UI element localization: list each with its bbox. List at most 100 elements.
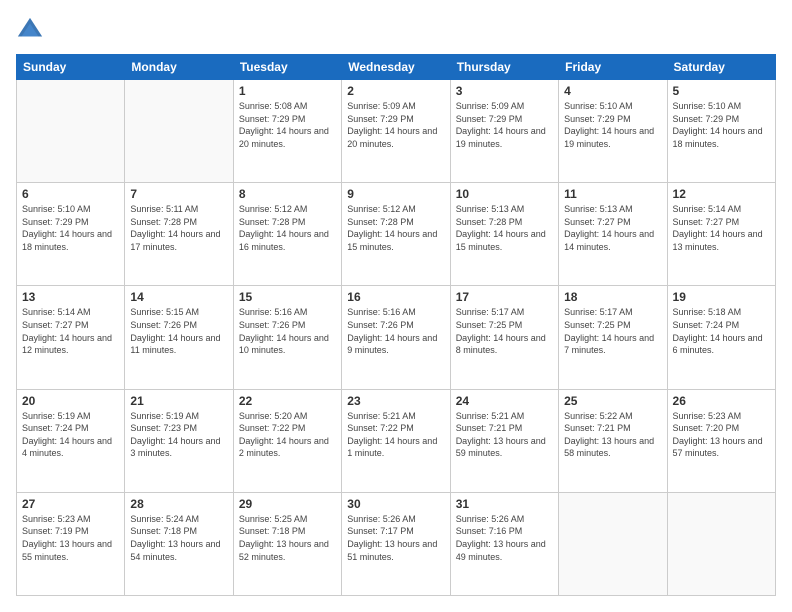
calendar-table: SundayMondayTuesdayWednesdayThursdayFrid… [16, 54, 776, 596]
calendar-cell: 11 Sunrise: 5:13 AM Sunset: 7:27 PM Dayli… [559, 183, 667, 286]
calendar-cell: 5 Sunrise: 5:10 AM Sunset: 7:29 PM Daylig… [667, 80, 775, 183]
day-info: Sunrise: 5:14 AM Sunset: 7:27 PM Dayligh… [22, 306, 119, 356]
day-info: Sunrise: 5:22 AM Sunset: 7:21 PM Dayligh… [564, 410, 661, 460]
weekday-header-thursday: Thursday [450, 55, 558, 80]
calendar-cell: 14 Sunrise: 5:15 AM Sunset: 7:26 PM Dayli… [125, 286, 233, 389]
day-number: 17 [456, 290, 553, 304]
day-number: 7 [130, 187, 227, 201]
calendar-cell [559, 492, 667, 595]
day-info: Sunrise: 5:15 AM Sunset: 7:26 PM Dayligh… [130, 306, 227, 356]
day-number: 14 [130, 290, 227, 304]
day-info: Sunrise: 5:16 AM Sunset: 7:26 PM Dayligh… [347, 306, 444, 356]
calendar-cell: 29Sunrise: 5:25 AM Sunset: 7:18 PM Dayli… [233, 492, 341, 595]
calendar-cell: 1 Sunrise: 5:08 AM Sunset: 7:29 PM Daylig… [233, 80, 341, 183]
calendar-cell: 23 Sunrise: 5:21 AM Sunset: 7:22 PM Dayli… [342, 389, 450, 492]
calendar-cell: 18 Sunrise: 5:17 AM Sunset: 7:25 PM Dayli… [559, 286, 667, 389]
day-info: Sunrise: 5:10 AM Sunset: 7:29 PM Dayligh… [22, 203, 119, 253]
logo-icon [16, 16, 44, 44]
day-number: 28 [130, 497, 227, 511]
day-info: Sunrise: 5:21 AM Sunset: 7:21 PM Dayligh… [456, 410, 553, 460]
day-number: 16 [347, 290, 444, 304]
week-row-2: 6 Sunrise: 5:10 AM Sunset: 7:29 PM Daylig… [17, 183, 776, 286]
day-number: 21 [130, 394, 227, 408]
weekday-header-sunday: Sunday [17, 55, 125, 80]
day-info: Sunrise: 5:23 AM Sunset: 7:20 PM Dayligh… [673, 410, 770, 460]
calendar-cell: 28 Sunrise: 5:24 AM Sunset: 7:18 PM Dayli… [125, 492, 233, 595]
calendar-cell: 2 Sunrise: 5:09 AM Sunset: 7:29 PM Daylig… [342, 80, 450, 183]
day-info: Sunrise: 5:23 AM Sunset: 7:19 PM Dayligh… [22, 513, 119, 563]
calendar-cell: 26 Sunrise: 5:23 AM Sunset: 7:20 PM Dayli… [667, 389, 775, 492]
day-number: 5 [673, 84, 770, 98]
calendar-cell: 3 Sunrise: 5:09 AM Sunset: 7:29 PM Daylig… [450, 80, 558, 183]
calendar-cell: 15 Sunrise: 5:16 AM Sunset: 7:26 PM Dayli… [233, 286, 341, 389]
day-number: 12 [673, 187, 770, 201]
calendar-cell: 31 Sunrise: 5:26 AM Sunset: 7:16 PM Dayli… [450, 492, 558, 595]
day-number: 30 [347, 497, 444, 511]
calendar-cell: 24Sunrise: 5:21 AM Sunset: 7:21 PM Dayli… [450, 389, 558, 492]
day-number: 6 [22, 187, 119, 201]
day-info: Sunrise: 5:13 AM Sunset: 7:28 PM Dayligh… [456, 203, 553, 253]
calendar-cell: 16 Sunrise: 5:16 AM Sunset: 7:26 PM Dayli… [342, 286, 450, 389]
day-info: Sunrise: 5:19 AM Sunset: 7:24 PM Dayligh… [22, 410, 119, 460]
day-info: Sunrise: 5:26 AM Sunset: 7:16 PM Dayligh… [456, 513, 553, 563]
day-info: Sunrise: 5:17 AM Sunset: 7:25 PM Dayligh… [456, 306, 553, 356]
calendar-cell: 12 Sunrise: 5:14 AM Sunset: 7:27 PM Dayli… [667, 183, 775, 286]
day-info: Sunrise: 5:21 AM Sunset: 7:22 PM Dayligh… [347, 410, 444, 460]
week-row-1: 1 Sunrise: 5:08 AM Sunset: 7:29 PM Daylig… [17, 80, 776, 183]
day-number: 29 [239, 497, 336, 511]
day-number: 22 [239, 394, 336, 408]
day-info: Sunrise: 5:14 AM Sunset: 7:27 PM Dayligh… [673, 203, 770, 253]
calendar-cell: 4Sunrise: 5:10 AM Sunset: 7:29 PM Daylig… [559, 80, 667, 183]
day-number: 8 [239, 187, 336, 201]
day-number: 31 [456, 497, 553, 511]
day-number: 1 [239, 84, 336, 98]
day-info: Sunrise: 5:26 AM Sunset: 7:17 PM Dayligh… [347, 513, 444, 563]
day-number: 27 [22, 497, 119, 511]
day-number: 15 [239, 290, 336, 304]
day-info: Sunrise: 5:12 AM Sunset: 7:28 PM Dayligh… [239, 203, 336, 253]
day-info: Sunrise: 5:09 AM Sunset: 7:29 PM Dayligh… [347, 100, 444, 150]
day-number: 13 [22, 290, 119, 304]
day-number: 18 [564, 290, 661, 304]
day-info: Sunrise: 5:10 AM Sunset: 7:29 PM Dayligh… [673, 100, 770, 150]
header [16, 16, 776, 44]
calendar-cell: 25 Sunrise: 5:22 AM Sunset: 7:21 PM Dayli… [559, 389, 667, 492]
day-number: 19 [673, 290, 770, 304]
page: SundayMondayTuesdayWednesdayThursdayFrid… [0, 0, 792, 612]
day-info: Sunrise: 5:09 AM Sunset: 7:29 PM Dayligh… [456, 100, 553, 150]
day-info: Sunrise: 5:08 AM Sunset: 7:29 PM Dayligh… [239, 100, 336, 150]
day-info: Sunrise: 5:20 AM Sunset: 7:22 PM Dayligh… [239, 410, 336, 460]
calendar-cell: 30 Sunrise: 5:26 AM Sunset: 7:17 PM Dayli… [342, 492, 450, 595]
logo [16, 16, 48, 44]
week-row-4: 20 Sunrise: 5:19 AM Sunset: 7:24 PM Dayli… [17, 389, 776, 492]
calendar-cell: 27 Sunrise: 5:23 AM Sunset: 7:19 PM Dayli… [17, 492, 125, 595]
day-number: 26 [673, 394, 770, 408]
day-number: 11 [564, 187, 661, 201]
day-info: Sunrise: 5:17 AM Sunset: 7:25 PM Dayligh… [564, 306, 661, 356]
day-number: 25 [564, 394, 661, 408]
day-number: 10 [456, 187, 553, 201]
day-info: Sunrise: 5:13 AM Sunset: 7:27 PM Dayligh… [564, 203, 661, 253]
day-number: 20 [22, 394, 119, 408]
day-number: 9 [347, 187, 444, 201]
day-info: Sunrise: 5:11 AM Sunset: 7:28 PM Dayligh… [130, 203, 227, 253]
week-row-5: 27 Sunrise: 5:23 AM Sunset: 7:19 PM Dayli… [17, 492, 776, 595]
day-number: 23 [347, 394, 444, 408]
calendar-cell: 21Sunrise: 5:19 AM Sunset: 7:23 PM Dayli… [125, 389, 233, 492]
day-info: Sunrise: 5:16 AM Sunset: 7:26 PM Dayligh… [239, 306, 336, 356]
calendar-cell: 9 Sunrise: 5:12 AM Sunset: 7:28 PM Daylig… [342, 183, 450, 286]
calendar-cell [667, 492, 775, 595]
weekday-header-wednesday: Wednesday [342, 55, 450, 80]
day-number: 4 [564, 84, 661, 98]
weekday-header-tuesday: Tuesday [233, 55, 341, 80]
weekday-header-row: SundayMondayTuesdayWednesdayThursdayFrid… [17, 55, 776, 80]
calendar-cell: 10 Sunrise: 5:13 AM Sunset: 7:28 PM Dayli… [450, 183, 558, 286]
day-info: Sunrise: 5:24 AM Sunset: 7:18 PM Dayligh… [130, 513, 227, 563]
day-number: 2 [347, 84, 444, 98]
day-number: 3 [456, 84, 553, 98]
weekday-header-friday: Friday [559, 55, 667, 80]
calendar-cell: 19Sunrise: 5:18 AM Sunset: 7:24 PM Dayli… [667, 286, 775, 389]
calendar-cell [125, 80, 233, 183]
calendar-cell: 6 Sunrise: 5:10 AM Sunset: 7:29 PM Daylig… [17, 183, 125, 286]
day-info: Sunrise: 5:12 AM Sunset: 7:28 PM Dayligh… [347, 203, 444, 253]
